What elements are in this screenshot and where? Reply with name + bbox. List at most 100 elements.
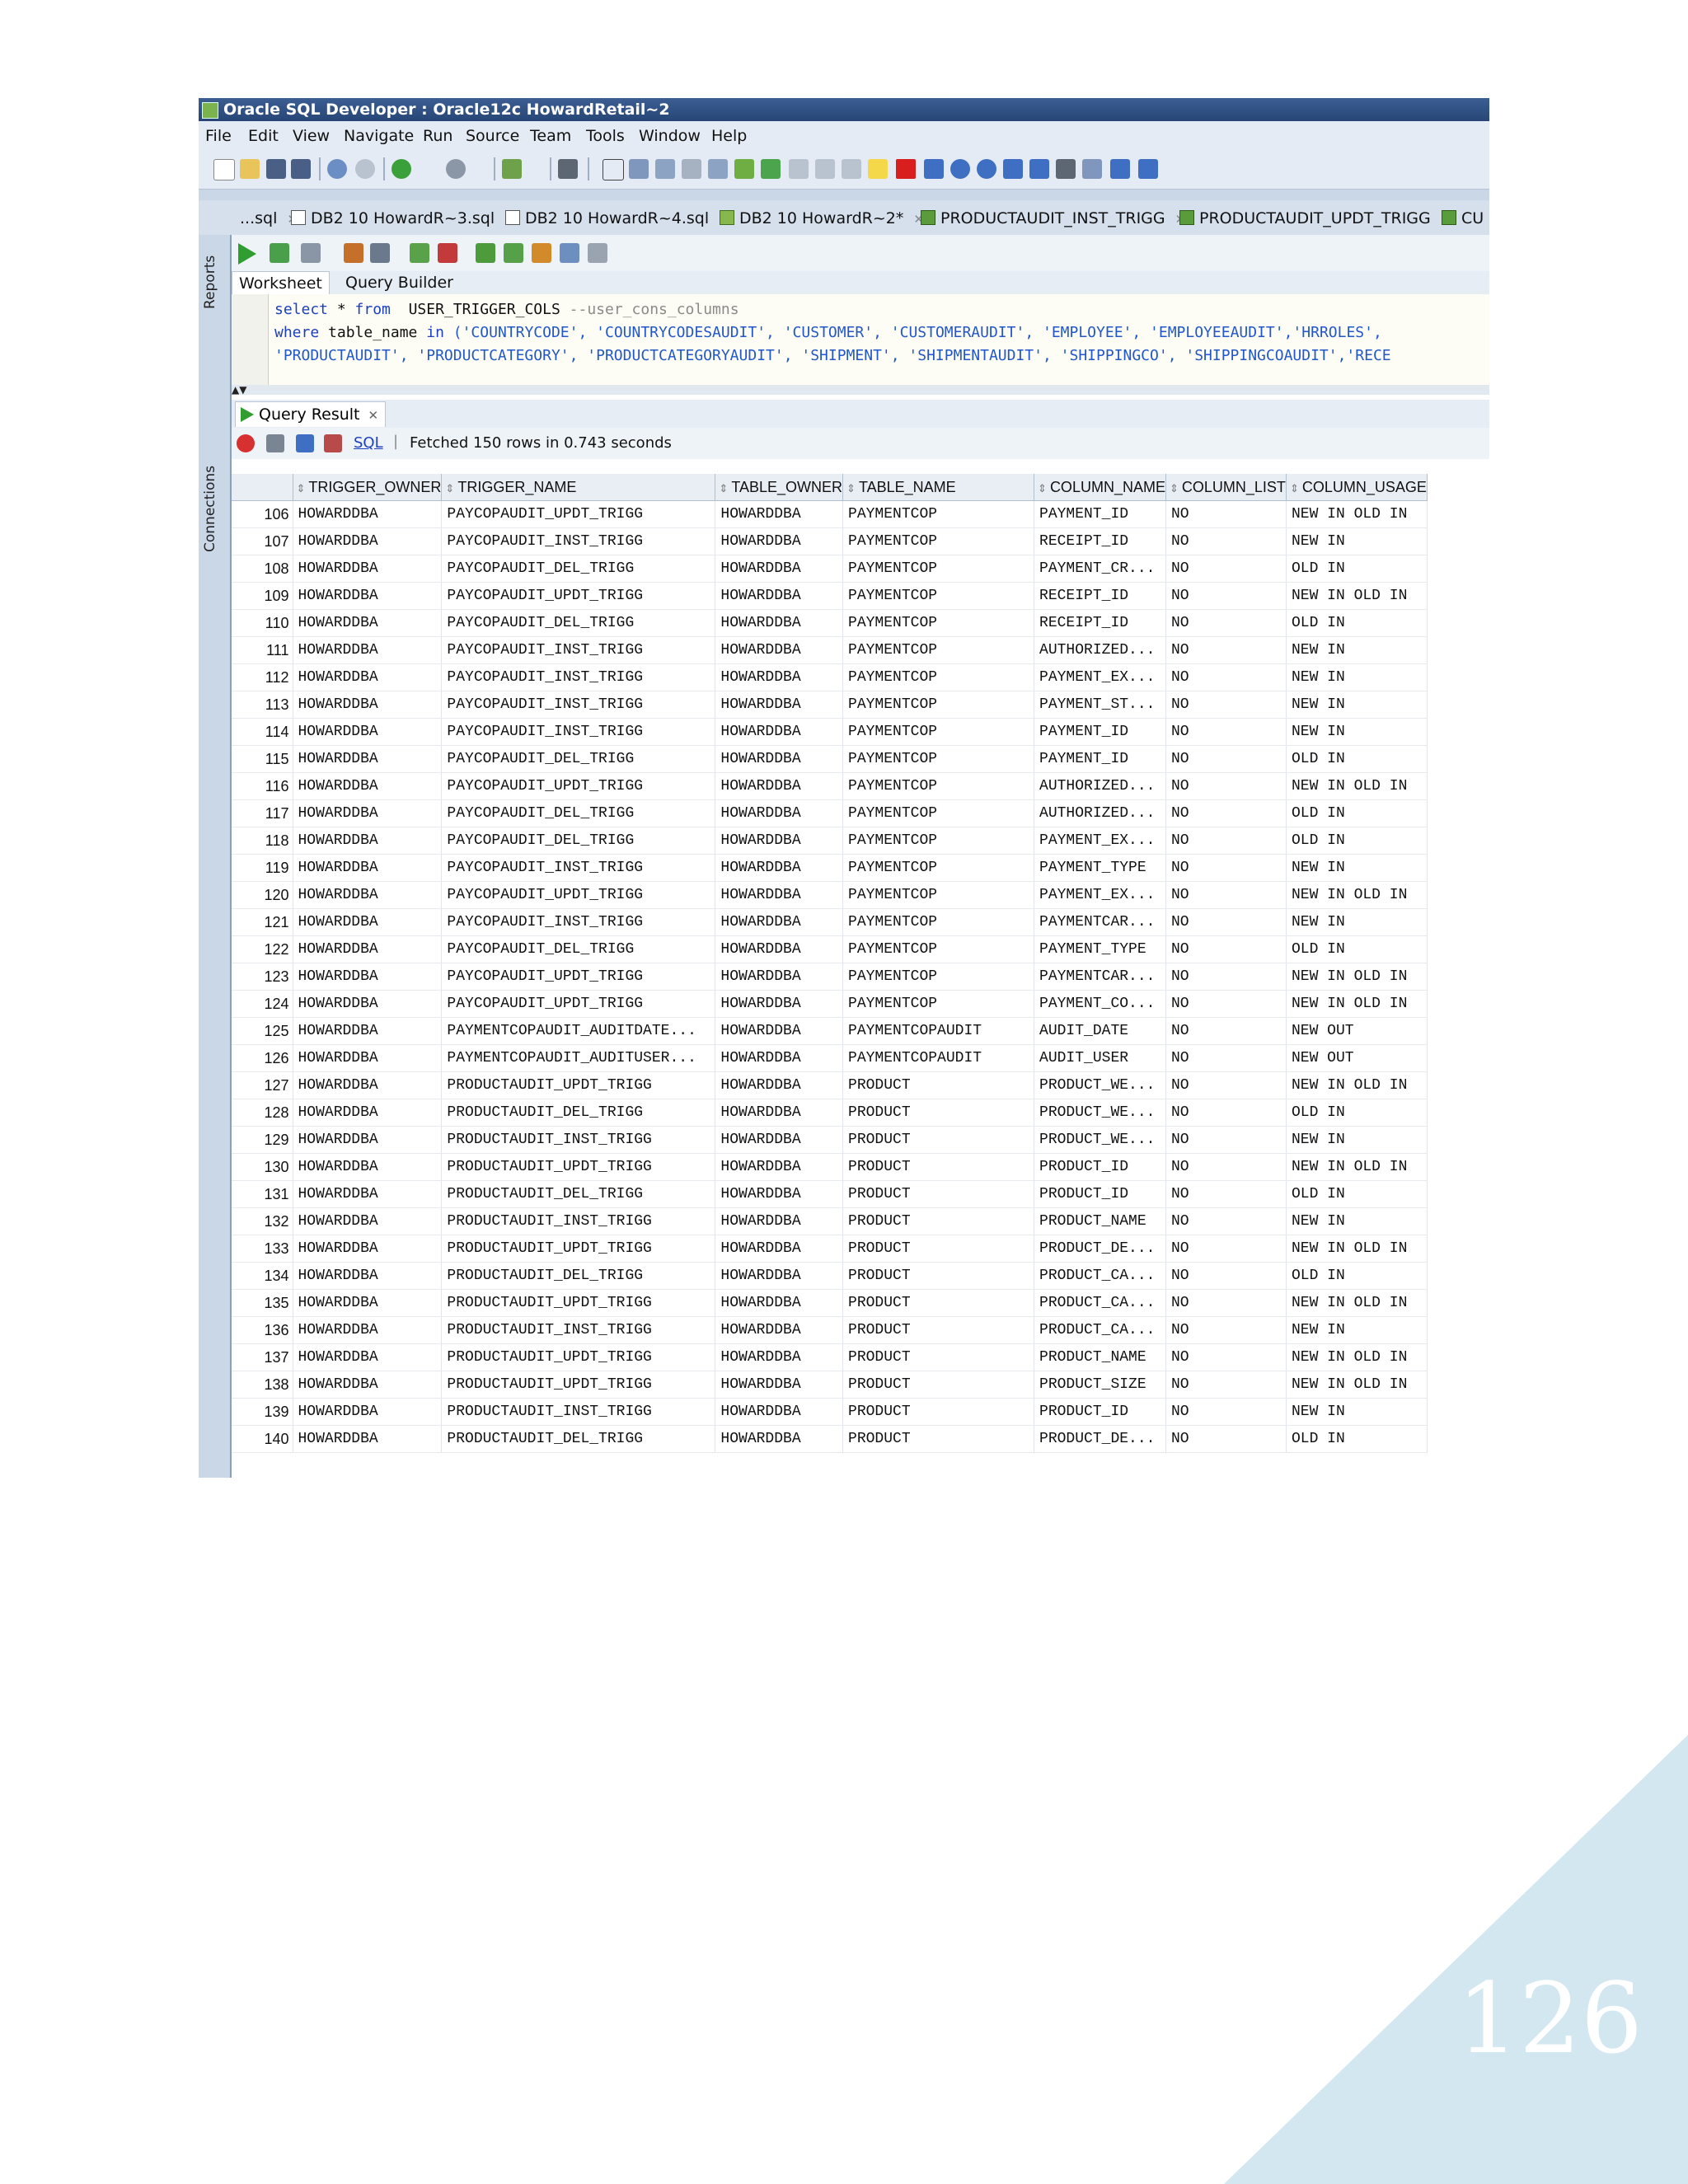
- table-row[interactable]: 120 HOWARDDBA PAYCOPAUDIT_UPDT_TRIGG HOWARD…: [232, 881, 1428, 909]
- trigger-owner-cell[interactable]: HOWARDDBA: [293, 1180, 443, 1208]
- column-usage-cell[interactable]: NEW IN OLD IN: [1286, 582, 1428, 610]
- trigger-owner-cell[interactable]: HOWARDDBA: [293, 745, 443, 773]
- row-number[interactable]: 121: [232, 908, 293, 936]
- table-name-cell[interactable]: PRODUCT: [842, 1099, 1035, 1127]
- format-icon[interactable]: [504, 243, 523, 263]
- row-number[interactable]: 120: [232, 881, 293, 909]
- row-number[interactable]: 128: [232, 1099, 293, 1127]
- trigger-owner-cell[interactable]: HOWARDDBA: [293, 1017, 443, 1045]
- table-row[interactable]: 140 HOWARDDBA PRODUCTAUDIT_DEL_TRIGG HOWARD…: [232, 1425, 1428, 1453]
- row-number[interactable]: 138: [232, 1371, 293, 1399]
- column-usage-cell[interactable]: NEW IN: [1286, 636, 1428, 664]
- table-name-cell[interactable]: PAYMENTCOP: [842, 772, 1035, 800]
- column-name-cell[interactable]: PAYMENT_CO...: [1034, 990, 1166, 1018]
- column-name-cell[interactable]: PRODUCT_WE...: [1034, 1126, 1166, 1154]
- column-usage-cell[interactable]: NEW IN OLD IN: [1286, 963, 1428, 991]
- trigger-name-cell[interactable]: PAYCOPAUDIT_INST_TRIGG: [441, 908, 716, 936]
- trigger-name-cell[interactable]: PAYCOPAUDIT_INST_TRIGG: [441, 691, 716, 719]
- table-owner-cell[interactable]: HOWARDDBA: [715, 500, 844, 528]
- column-usage-cell[interactable]: NEW IN OLD IN: [1286, 1289, 1428, 1317]
- table-owner-cell[interactable]: HOWARDDBA: [715, 1126, 844, 1154]
- row-number[interactable]: 134: [232, 1262, 293, 1290]
- export-icon[interactable]: [324, 434, 342, 452]
- column-list-cell[interactable]: NO: [1165, 1316, 1287, 1344]
- column-usage-cell[interactable]: NEW IN: [1286, 718, 1428, 746]
- table-owner-cell[interactable]: HOWARDDBA: [715, 1099, 844, 1127]
- column-usage-cell[interactable]: OLD IN: [1286, 745, 1428, 773]
- row-number[interactable]: 139: [232, 1398, 293, 1426]
- column-list-cell[interactable]: NO: [1165, 555, 1287, 583]
- table-row[interactable]: 108 HOWARDDBA PAYCOPAUDIT_DEL_TRIGG HOWARDD…: [232, 555, 1428, 583]
- trigger-name-cell[interactable]: PRODUCTAUDIT_DEL_TRIGG: [441, 1180, 716, 1208]
- column-usage-cell[interactable]: NEW IN: [1286, 854, 1428, 882]
- col-header-column-list[interactable]: ⇕ COLUMN_LIST: [1165, 474, 1287, 501]
- trigger-owner-cell[interactable]: HOWARDDBA: [293, 663, 443, 691]
- row-number[interactable]: 127: [232, 1071, 293, 1099]
- column-name-cell[interactable]: PRODUCT_CA...: [1034, 1289, 1166, 1317]
- row-number[interactable]: 111: [232, 636, 293, 664]
- table-name-cell[interactable]: PAYMENTCOP: [842, 799, 1035, 827]
- row-number[interactable]: 110: [232, 609, 293, 637]
- column-usage-cell[interactable]: OLD IN: [1286, 799, 1428, 827]
- table-owner-cell[interactable]: HOWARDDBA: [715, 1343, 844, 1371]
- fit-icon[interactable]: [1003, 159, 1023, 179]
- tab-productaudit-inst-trigg[interactable]: PRODUCTAUDIT_INST_TRIGG✕: [921, 205, 1185, 232]
- trigger-owner-cell[interactable]: HOWARDDBA: [293, 1371, 443, 1399]
- column-list-cell[interactable]: NO: [1165, 963, 1287, 991]
- table-name-cell[interactable]: PAYMENTCOP: [842, 582, 1035, 610]
- commit-icon[interactable]: [344, 243, 363, 263]
- col-header-column-usage[interactable]: ⇕ COLUMN_USAGE: [1286, 474, 1428, 501]
- table-owner-cell[interactable]: HOWARDDBA: [715, 636, 844, 664]
- trigger-owner-cell[interactable]: HOWARDDBA: [293, 1316, 443, 1344]
- reports-panel-tab[interactable]: Reports: [202, 255, 218, 309]
- column-name-cell[interactable]: PAYMENT_EX...: [1034, 827, 1166, 855]
- trigger-owner-cell[interactable]: HOWARDDBA: [293, 500, 443, 528]
- column-usage-cell[interactable]: NEW IN OLD IN: [1286, 500, 1428, 528]
- column-name-cell[interactable]: AUDIT_USER: [1034, 1044, 1166, 1072]
- column-name-cell[interactable]: PRODUCT_NAME: [1034, 1343, 1166, 1371]
- table-owner-cell[interactable]: HOWARDDBA: [715, 1289, 844, 1317]
- table-owner-cell[interactable]: HOWARDDBA: [715, 1235, 844, 1263]
- history-icon[interactable]: [560, 243, 579, 263]
- table-name-cell[interactable]: PAYMENTCOP: [842, 527, 1035, 555]
- trigger-name-cell[interactable]: PRODUCTAUDIT_UPDT_TRIGG: [441, 1235, 716, 1263]
- table-owner-cell[interactable]: HOWARDDBA: [715, 1017, 844, 1045]
- row-number[interactable]: 122: [232, 935, 293, 963]
- table-owner-cell[interactable]: HOWARDDBA: [715, 663, 844, 691]
- table-row[interactable]: 115 HOWARDDBA PAYCOPAUDIT_DEL_TRIGG HOWARDD…: [232, 745, 1428, 773]
- column-usage-cell[interactable]: NEW IN: [1286, 1126, 1428, 1154]
- row-number[interactable]: 112: [232, 663, 293, 691]
- row-number[interactable]: 109: [232, 582, 293, 610]
- undo-icon[interactable]: [327, 159, 347, 179]
- trigger-owner-cell[interactable]: HOWARDDBA: [293, 935, 443, 963]
- run-script-icon[interactable]: [270, 243, 289, 263]
- window-icon[interactable]: [1029, 159, 1049, 179]
- table-row[interactable]: 135 HOWARDDBA PRODUCTAUDIT_UPDT_TRIGG HOWAR…: [232, 1289, 1428, 1317]
- trigger-name-cell[interactable]: PAYCOPAUDIT_UPDT_TRIGG: [441, 772, 716, 800]
- column-usage-cell[interactable]: OLD IN: [1286, 827, 1428, 855]
- column-name-cell[interactable]: RECEIPT_ID: [1034, 582, 1166, 610]
- column-list-cell[interactable]: NO: [1165, 1071, 1287, 1099]
- tab-sql-file[interactable]: ...sql✕: [240, 205, 298, 232]
- column-list-cell[interactable]: NO: [1165, 663, 1287, 691]
- row-number[interactable]: 133: [232, 1235, 293, 1263]
- table-owner-cell[interactable]: HOWARDDBA: [715, 1180, 844, 1208]
- column-list-cell[interactable]: NO: [1165, 718, 1287, 746]
- table-row[interactable]: 128 HOWARDDBA PRODUCTAUDIT_DEL_TRIGG HOWARD…: [232, 1099, 1428, 1127]
- trigger-owner-cell[interactable]: HOWARDDBA: [293, 1262, 443, 1290]
- table-owner-cell[interactable]: HOWARDDBA: [715, 745, 844, 773]
- column-list-cell[interactable]: NO: [1165, 745, 1287, 773]
- column-usage-cell[interactable]: NEW IN OLD IN: [1286, 1071, 1428, 1099]
- tab-db2-howardr-4[interactable]: DB2 10 HowardR~4.sql✕: [505, 205, 729, 232]
- column-usage-cell[interactable]: NEW IN OLD IN: [1286, 772, 1428, 800]
- column-name-cell[interactable]: AUTHORIZED...: [1034, 772, 1166, 800]
- trigger-name-cell[interactable]: PAYCOPAUDIT_INST_TRIGG: [441, 636, 716, 664]
- trigger-owner-cell[interactable]: HOWARDDBA: [293, 582, 443, 610]
- column-name-cell[interactable]: PAYMENT_EX...: [1034, 663, 1166, 691]
- column-list-cell[interactable]: NO: [1165, 527, 1287, 555]
- table-row[interactable]: 123 HOWARDDBA PAYCOPAUDIT_UPDT_TRIGG HOWARD…: [232, 963, 1428, 991]
- table-row[interactable]: 133 HOWARDDBA PRODUCTAUDIT_UPDT_TRIGG HOWAR…: [232, 1235, 1428, 1263]
- column-name-cell[interactable]: PRODUCT_CA...: [1034, 1262, 1166, 1290]
- column-list-cell[interactable]: NO: [1165, 935, 1287, 963]
- column-name-cell[interactable]: PRODUCT_WE...: [1034, 1099, 1166, 1127]
